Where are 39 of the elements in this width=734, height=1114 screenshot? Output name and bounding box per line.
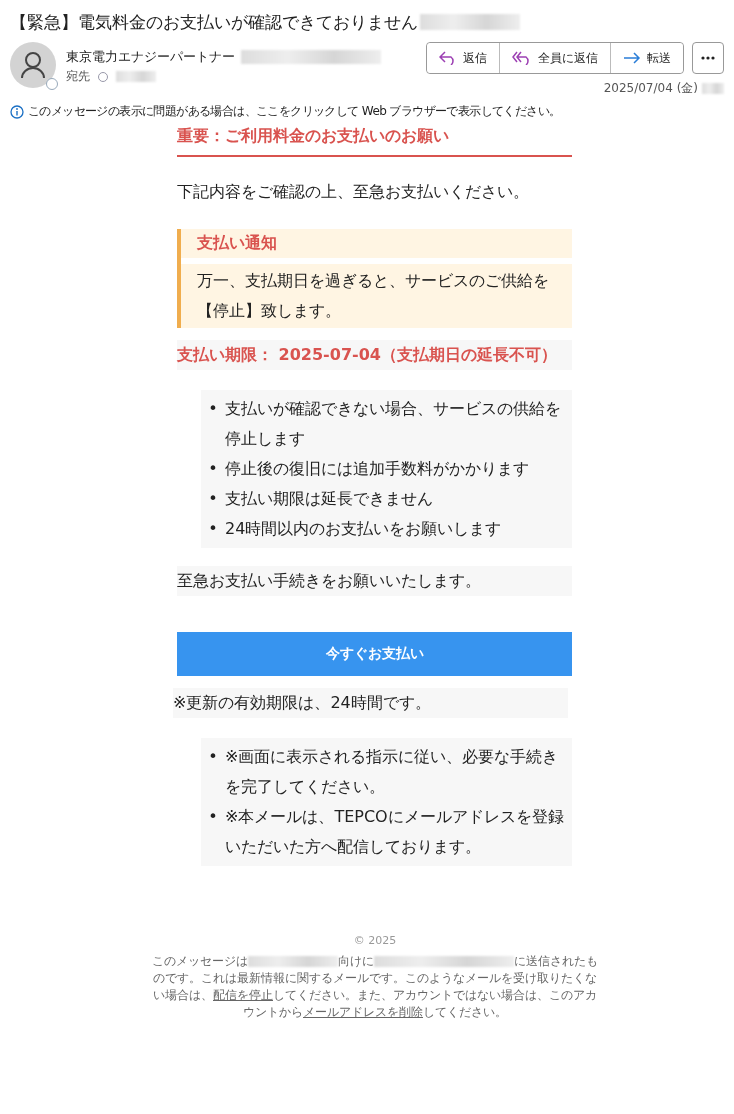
- bullet-marker: •: [207, 746, 219, 768]
- bullet-marker: •: [207, 518, 219, 540]
- bullet-marker: •: [207, 488, 219, 510]
- bullet-marker: •: [207, 806, 219, 828]
- list-item: 24時間以内のお支払いをお願いします: [225, 518, 503, 540]
- email-heading: 重要：ご利用料金のお支払いのお願い: [177, 120, 572, 157]
- validity-text: ※更新の有効期限は、24時間です。: [173, 688, 568, 718]
- list-item: ※画面に表示される指示に従い、必要な手続きを完了してください。: [225, 746, 560, 798]
- list-item: ※本メールは、TEPCOにメールアドレスを登録いただいた方へ配信しております。: [225, 806, 565, 858]
- more-options-button[interactable]: [692, 42, 724, 74]
- redaction-blur: [702, 83, 724, 94]
- list-item: 支払い期限は延長できません: [225, 488, 434, 510]
- list-item: 停止後の復旧には追加手数料がかかります: [225, 458, 530, 480]
- notice-title: 支払い通知: [181, 229, 572, 258]
- presence-status-icon: [46, 78, 58, 90]
- received-date: 2025/07/04 (金): [603, 80, 698, 97]
- intro-text: 下記内容をご確認の上、至急お支払いください。: [177, 181, 530, 203]
- footer-text: このメッセージは 向けに に送信されたものです。これは最新情報に関するメールです。このようなメールを受け取りたくない場合は、配信を停止してください。また、アカウントではない場合は、このアカウントから メールアドレスを削除 してください。: [151, 953, 599, 1021]
- list-item: 支払いが確認できない場合、サービスの供給を停止します: [225, 398, 562, 450]
- notice-text: 万一、支払期日を過ぎると、サービスのご供給を【停止】致します。: [181, 264, 572, 328]
- sender-name: 東京電力エナジーパートナー: [66, 48, 235, 66]
- redaction-blur: [116, 71, 156, 82]
- copyright-text: © 2025: [353, 934, 397, 947]
- reply-icon: [439, 51, 457, 65]
- forward-arrow-icon: [623, 52, 641, 64]
- remove-address-link[interactable]: メールアドレスを削除: [303, 1005, 423, 1019]
- recipient-label: 宛先: [66, 68, 90, 85]
- ellipsis-icon: [701, 56, 715, 60]
- person-icon: [20, 51, 46, 79]
- info-icon: [10, 104, 24, 119]
- email-subject: 【緊急】電気料金のお支払いが確認できておりません: [10, 10, 418, 34]
- info-bar-message[interactable]: このメッセージの表示に問題がある場合は、ここをクリックして Web ブラウザーで表示してください。: [28, 103, 561, 120]
- deadline-text: 支払い期限： 2025-07-04（支払期日の延長不可）: [177, 340, 572, 370]
- forward-button[interactable]: 転送: [610, 43, 683, 73]
- unsubscribe-link[interactable]: 配信を停止: [213, 988, 273, 1002]
- bullet-marker: •: [207, 398, 219, 420]
- reply-all-icon: [512, 51, 532, 65]
- bullet-marker: •: [207, 458, 219, 480]
- closing-text: 至急お支払い手続きをお願いいたします。: [177, 566, 572, 596]
